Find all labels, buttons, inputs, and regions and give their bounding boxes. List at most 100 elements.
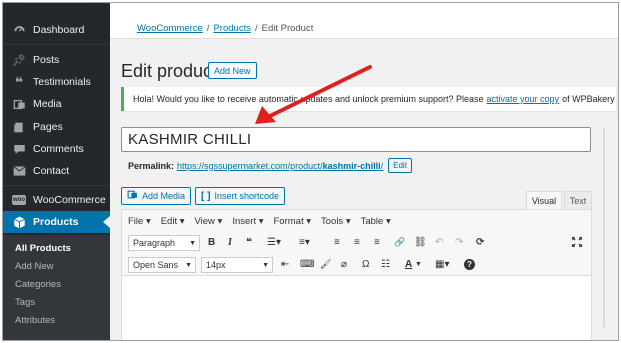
submenu-item-all-products[interactable]: All Products [15,243,71,254]
breadcrumb-separator: / [206,23,210,34]
sidebar-item-label: Comments [33,143,84,155]
sidebar-metabox-edge [603,127,605,327]
dashboard-icon [12,23,26,37]
sidebar-item-label: Dashboard [33,24,85,36]
chevron-down-icon: ▼ [189,239,196,247]
admin-sidebar: Dashboard 📌︎ Posts ❝ Testimonials Media … [3,3,110,340]
submenu-item-attributes[interactable]: Attributes [15,315,55,326]
sidebar-item-dashboard[interactable]: Dashboard [3,19,110,41]
insert-shortcode-button[interactable]: [ ] Insert shortcode [195,187,285,205]
permalink-base: https://sgssupermarket.com/product/ [177,160,323,171]
help-button[interactable]: ? [464,259,475,270]
align-center-button[interactable]: ≡ [354,237,360,248]
bold-button[interactable]: B [208,237,215,248]
insert-shortcode-label: Insert shortcode [214,191,279,201]
products-icon [12,215,26,229]
woocommerce-icon: woo [12,193,26,207]
header-bar: WooCommerce / Products / Edit Product [110,3,618,39]
media-icon [127,189,138,203]
permalink-slug: kashmir-chilli [322,160,381,171]
sidebar-item-products[interactable]: Products [3,211,110,233]
blockquote-button[interactable]: ❝ [246,237,252,248]
menu-insert[interactable]: Insert ▾ [232,216,263,227]
breadcrumb-separator: / [254,23,258,34]
menu-edit[interactable]: Edit ▾ [161,216,185,227]
sidebar-item-testimonials[interactable]: ❝ Testimonials [3,71,110,93]
link-button[interactable]: 🔗 [394,237,405,248]
quote-icon: ❝ [14,73,24,90]
edit-permalink-button[interactable]: Edit [388,158,412,173]
bullet-list-button[interactable]: ☰▾ [267,237,281,248]
submenu-item-categories[interactable]: Categories [15,279,61,290]
menu-view[interactable]: View ▾ [195,216,223,227]
sidebar-item-media[interactable]: Media [3,93,110,115]
shortcode-icon: [ ] [201,190,211,202]
table-button[interactable]: ▦▾ [435,259,449,270]
menu-file[interactable]: File ▾ [128,216,151,227]
sidebar-item-label: Contact [33,165,70,177]
media-icon [12,97,26,111]
font-family-value: Open Sans [133,260,179,270]
format-painter-button[interactable]: 🖌 [320,259,331,270]
outdent-button[interactable]: ⇤ [281,259,289,270]
notice-text-tail: of WPBakery Page B [562,94,616,104]
activate-copy-link[interactable]: activate your copy [487,94,560,104]
font-size-select[interactable]: 14px ▼ [201,257,273,273]
editor-toolbar-2: Open Sans ▼ 14px ▼ ⇤ ⌨ 🖌 ⌀ Ω ☷ A ▼ ▦▾ ? [122,254,591,276]
align-right-button[interactable]: ≡ [374,237,380,248]
sidebar-item-comments[interactable]: Comments [3,138,110,160]
breadcrumb-current: Edit Product [261,23,314,34]
tab-text[interactable]: Text [564,191,592,209]
sidebar-item-label: WooCommerce [33,194,106,206]
fullscreen-icon[interactable] [571,236,583,250]
italic-button[interactable]: I [228,237,232,248]
menu-format[interactable]: Format ▾ [274,216,312,227]
sidebar-item-pages[interactable]: Pages [3,116,110,138]
comments-icon [12,142,26,156]
format-select[interactable]: Paragraph ▼ [128,235,200,251]
text-color-button[interactable]: A [405,259,412,270]
paste-text-button[interactable]: ⌨ [300,259,314,270]
content-editor: File ▾ Edit ▾ View ▾ Insert ▾ Format ▾ T… [121,209,592,340]
tab-visual[interactable]: Visual [526,191,562,209]
sidebar-item-contact[interactable]: Contact [3,160,110,182]
sidebar-item-label: Testimonials [33,76,91,88]
permalink-end: / [380,160,384,171]
refresh-button[interactable]: ⟳ [476,237,484,248]
chevron-down-icon: ▼ [185,261,192,269]
font-size-value: 14px [206,260,226,270]
products-submenu: All Products Add New Categories Tags Att… [3,235,110,340]
menu-table[interactable]: Table ▾ [361,216,391,227]
submenu-item-tags[interactable]: Tags [15,297,35,308]
product-title-input[interactable]: KASHMIR CHILLI [121,127,591,152]
editor-toolbar-1: Paragraph ▼ B I ❝ ☰▾ ≡▾ ≡ ≡ ≡ 🔗 ⛓ ↶ ↷ ⟳ [122,232,591,254]
redo-button[interactable]: ↷ [455,237,463,248]
undo-button[interactable]: ↶ [435,237,443,248]
submenu-item-add-new[interactable]: Add New [15,261,54,272]
indent-button[interactable]: ☷ [381,259,390,270]
special-character-button[interactable]: Ω [362,259,369,270]
sidebar-item-posts[interactable]: 📌︎ Posts [3,49,110,71]
font-family-select[interactable]: Open Sans ▼ [128,257,196,273]
chevron-down-icon[interactable]: ▼ [415,261,422,268]
notice-text: Hola! Would you like to receive automati… [133,94,484,104]
sidebar-item-woocommerce[interactable]: woo WooCommerce [3,189,110,211]
add-new-button[interactable]: Add New [208,62,257,79]
editor-content-area[interactable] [122,277,591,340]
mail-icon [12,164,26,178]
numbered-list-button[interactable]: ≡▾ [299,237,310,248]
breadcrumb-link-products[interactable]: Products [213,23,251,34]
pages-icon [12,120,26,134]
breadcrumb-link-woocommerce[interactable]: WooCommerce [137,23,203,34]
add-media-button[interactable]: Add Media [121,187,192,205]
sidebar-item-label: Pages [33,121,63,133]
sidebar-item-label: Posts [33,54,60,66]
menu-tools[interactable]: Tools ▾ [321,216,351,227]
unlink-button[interactable]: ⛓ [414,237,427,248]
align-left-button[interactable]: ≡ [334,237,340,248]
permalink-row: Permalink: https://sgssupermarket.com/pr… [128,158,412,173]
woocommerce-badge: woo [12,195,26,205]
clear-formatting-button[interactable]: ⌀ [341,259,347,270]
permalink-link[interactable]: https://sgssupermarket.com/product/kashm… [177,161,383,171]
breadcrumb: WooCommerce / Products / Edit Product [137,23,313,34]
